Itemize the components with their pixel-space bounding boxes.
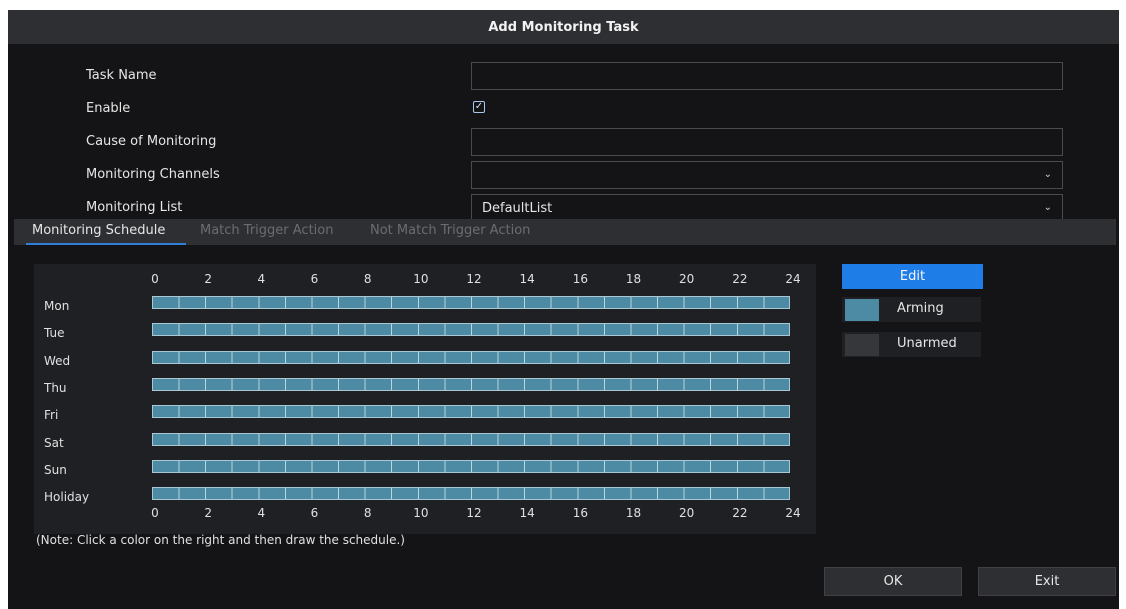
active-tab-indicator	[26, 243, 186, 245]
day-label: Holiday	[44, 490, 90, 505]
list-select[interactable]: DefaultList ⌄	[471, 194, 1063, 222]
exit-button-label: Exit	[1034, 574, 1060, 589]
hour-label: 6	[310, 506, 319, 520]
hour-label: 0	[151, 506, 159, 520]
day-label: Thu	[44, 380, 67, 395]
enable-checkbox[interactable]: ✓	[473, 101, 485, 113]
hour-label: 16	[572, 506, 588, 520]
legend-unarmed[interactable]: Unarmed	[842, 332, 981, 357]
enable-label: Enable	[86, 101, 131, 116]
tab-bar: Monitoring Schedule Match Trigger Action…	[14, 219, 1116, 245]
hour-label: 6	[310, 272, 319, 286]
hour-label: 12	[466, 272, 482, 286]
legend-arming[interactable]: Arming	[842, 297, 981, 322]
unarmed-label: Unarmed	[897, 336, 957, 351]
list-value: DefaultList	[482, 201, 553, 216]
hour-label: 8	[363, 506, 372, 520]
edit-button[interactable]: Edit	[842, 264, 983, 289]
dialog-title: Add Monitoring Task	[8, 10, 1119, 44]
hour-label: 4	[257, 506, 266, 520]
hour-label: 8	[363, 272, 372, 286]
hour-label: 2	[204, 272, 212, 286]
ok-button[interactable]: OK	[824, 567, 962, 596]
hour-label: 14	[519, 272, 535, 286]
hour-label: 0	[151, 272, 159, 286]
schedule-bar-thu[interactable]	[152, 377, 790, 391]
ok-button-label: OK	[883, 574, 903, 589]
day-label: Sun	[44, 462, 67, 477]
hour-label: 20	[679, 506, 695, 520]
day-label: Mon	[44, 299, 70, 313]
chevron-down-icon: ⌄	[1043, 169, 1052, 180]
cause-input[interactable]	[471, 128, 1063, 156]
schedule-bar-fri[interactable]	[152, 405, 790, 419]
unarmed-swatch[interactable]	[845, 334, 879, 356]
exit-button[interactable]: Exit	[978, 567, 1116, 596]
cause-label: Cause of Monitoring	[86, 134, 217, 149]
channels-row: Monitoring Channels ⌄	[8, 161, 1119, 189]
channels-label: Monitoring Channels	[86, 167, 220, 182]
list-label: Monitoring List	[86, 200, 183, 215]
arming-label: Arming	[897, 301, 944, 316]
hour-label: 18	[625, 506, 642, 520]
hour-label: 10	[413, 272, 429, 286]
arming-swatch[interactable]	[845, 299, 879, 321]
list-row: Monitoring List DefaultList ⌄	[8, 194, 1119, 222]
schedule-note: (Note: Click a color on the right and th…	[36, 533, 405, 547]
schedule-bar-wed[interactable]	[152, 350, 790, 364]
task-name-row: Task Name	[8, 62, 1119, 90]
day-label: Wed	[44, 353, 71, 368]
hour-label: 22	[732, 272, 748, 286]
hour-label: 20	[679, 272, 695, 286]
day-label: Fri	[44, 408, 59, 423]
hour-label: 16	[572, 272, 588, 286]
hour-label: 22	[732, 506, 748, 520]
task-name-input[interactable]	[471, 62, 1063, 90]
tab-match-trigger-action[interactable]: Match Trigger Action	[200, 223, 333, 238]
day-label: Tue	[44, 326, 65, 341]
task-name-label: Task Name	[86, 68, 157, 83]
hour-label: 24	[785, 272, 801, 286]
hour-label: 18	[625, 272, 642, 286]
cause-row: Cause of Monitoring	[8, 128, 1119, 156]
dialog-title-text: Add Monitoring Task	[488, 19, 639, 35]
hour-label: 24	[785, 506, 801, 520]
hour-label: 14	[519, 506, 535, 520]
schedule-bar-sun[interactable]	[152, 459, 790, 473]
channels-select[interactable]: ⌄	[471, 161, 1063, 189]
hour-label: 10	[413, 506, 429, 520]
tab-monitoring-schedule[interactable]: Monitoring Schedule	[32, 223, 165, 238]
hour-label: 4	[257, 272, 266, 286]
schedule-bar-holiday[interactable]	[152, 487, 790, 501]
hour-label: 12	[466, 506, 482, 520]
hour-label: 2	[204, 506, 212, 520]
enable-row: Enable ✓	[8, 95, 1119, 123]
day-label: Sat	[44, 435, 64, 450]
edit-button-label: Edit	[899, 269, 926, 284]
chevron-down-icon: ⌄	[1043, 202, 1052, 213]
schedule-bar-mon[interactable]	[152, 296, 790, 309]
tab-not-match-trigger-action[interactable]: Not Match Trigger Action	[370, 223, 530, 238]
schedule-bar-sat[interactable]	[152, 432, 790, 446]
schedule-grid[interactable]: 0 2 4 6 8 10 12 14 16 18 20 22 24 0 2 4 6 8 10 12 14 16 18 20 22…	[34, 264, 816, 534]
schedule-bar-tue[interactable]	[152, 323, 790, 337]
check-icon: ✓	[474, 101, 484, 112]
